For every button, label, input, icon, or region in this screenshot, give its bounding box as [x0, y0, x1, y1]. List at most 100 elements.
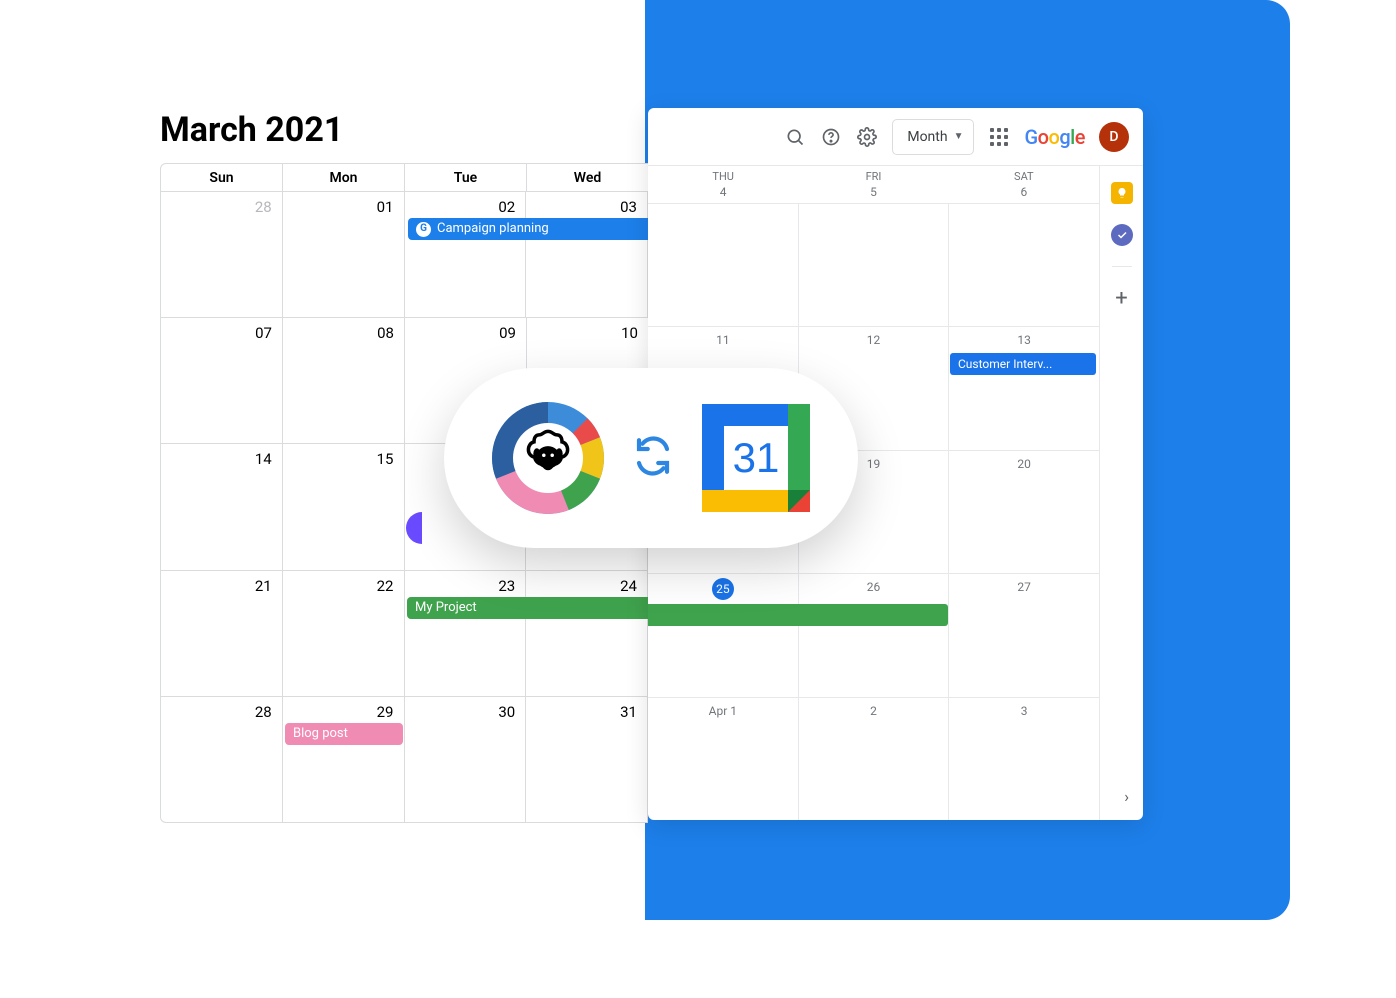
gcal-week: Apr 1 2 3: [648, 697, 1099, 820]
date-label: 12: [867, 333, 881, 347]
event-customer-interview[interactable]: Customer Interv...: [950, 353, 1096, 375]
date-label: 21: [255, 577, 272, 595]
calendar-week: 28 01 02 03 G Campaign planning: [161, 192, 648, 318]
gcal-cell[interactable]: [948, 204, 1099, 326]
day-header: SAT6: [949, 166, 1099, 204]
gcal-side-panel: +: [1099, 166, 1143, 820]
event-blog-post[interactable]: Blog post: [285, 723, 403, 745]
day-header-row-left: Sun Mon Tue Wed: [161, 164, 648, 192]
gcal-cell[interactable]: 27: [948, 574, 1099, 696]
event-my-project-cont[interactable]: [648, 604, 948, 626]
avatar[interactable]: D: [1099, 122, 1129, 152]
gcal-cell[interactable]: 3: [948, 698, 1099, 820]
event-label: Blog post: [293, 723, 348, 745]
date-label: 31: [620, 703, 637, 721]
date-label: 15: [377, 450, 394, 468]
date-label: 28: [255, 703, 272, 721]
canvas: March 2021 Sun Mon Tue Wed 28 01 02 03 G…: [0, 0, 1290, 920]
gcal-cell[interactable]: [798, 204, 949, 326]
day-header: THU4: [648, 166, 798, 204]
gcal-cell[interactable]: 2: [798, 698, 949, 820]
day-header: FRI5: [798, 166, 948, 204]
date-label: 26: [867, 580, 881, 594]
apps-grid-icon[interactable]: [988, 126, 1010, 148]
calendar-cell[interactable]: 30: [405, 697, 527, 822]
date-label: 20: [1017, 457, 1031, 471]
calendar-cell[interactable]: 14: [161, 444, 283, 569]
keep-icon[interactable]: [1111, 182, 1133, 204]
date-label: 08: [377, 324, 394, 342]
day-header: Sun: [161, 164, 283, 191]
calendar-cell[interactable]: 31: [526, 697, 648, 822]
sync-icon: [632, 435, 674, 481]
gcal-logo-number: 31: [724, 426, 788, 490]
date-label: 3: [1021, 704, 1028, 718]
view-label: Month: [907, 129, 947, 145]
date-label: 24: [620, 577, 637, 595]
tasks-icon[interactable]: [1111, 224, 1133, 246]
date-label: 01: [377, 198, 394, 216]
page-title: March 2021: [160, 110, 343, 150]
chevron-down-icon: ▼: [954, 131, 964, 142]
gcal-day-headers: THU4 FRI5 SAT6: [648, 166, 1099, 204]
gcal-cell[interactable]: 20: [948, 451, 1099, 573]
date-label: 30: [498, 703, 515, 721]
calendar-cell[interactable]: 28: [161, 697, 283, 822]
date-label: 09: [499, 324, 516, 342]
calendar-week: 28 29 30 31 Blog post: [161, 697, 648, 822]
date-label: 29: [377, 703, 394, 721]
date-label: 03: [620, 198, 637, 216]
calendar-cell[interactable]: 21: [161, 571, 283, 696]
date-label: 28: [255, 198, 272, 216]
gcal-cell[interactable]: 13: [948, 327, 1099, 449]
date-label: 19: [867, 457, 881, 471]
date-label-today: 25: [712, 578, 734, 600]
calendar-cell[interactable]: 08: [283, 318, 405, 443]
day-header: Tue: [405, 164, 527, 191]
calendar-cell[interactable]: 07: [161, 318, 283, 443]
gcal-cell[interactable]: 26: [798, 574, 949, 696]
divider: [1112, 266, 1132, 267]
date-label: 27: [1017, 580, 1031, 594]
calendar-cell[interactable]: 22: [283, 571, 405, 696]
teamwork-logo-icon: [492, 402, 604, 514]
event-label: My Project: [415, 597, 477, 619]
calendar-week: 21 22 23 24 My Project: [161, 571, 648, 697]
day-header: Mon: [283, 164, 405, 191]
google-calendar-logo-icon: 31: [702, 404, 810, 512]
date-label: 22: [377, 577, 394, 595]
help-icon[interactable]: [820, 126, 842, 148]
gcal-cell[interactable]: [648, 204, 798, 326]
gcal-week: 25 26 27: [648, 573, 1099, 696]
calendar-cell[interactable]: 28: [161, 192, 283, 317]
gcal-week: [648, 204, 1099, 326]
google-logo: Google: [1024, 125, 1085, 149]
date-label: 11: [716, 333, 730, 347]
date-label: 10: [621, 324, 638, 342]
calendar-cell[interactable]: 02: [405, 192, 527, 317]
calendar-cell[interactable]: 03: [526, 192, 648, 317]
gcal-toolbar: Month ▼ Google D: [648, 108, 1143, 166]
calendar-cell[interactable]: 29: [283, 697, 405, 822]
date-label: 23: [498, 577, 515, 595]
gcal-cell[interactable]: 25: [648, 574, 798, 696]
gcal-cell[interactable]: Apr 1: [648, 698, 798, 820]
calendar-cell[interactable]: 01: [283, 192, 405, 317]
event-label: Campaign planning: [437, 218, 549, 240]
date-label: 07: [255, 324, 272, 342]
sync-pill: 31: [444, 368, 858, 548]
date-label: 14: [255, 450, 272, 468]
search-icon[interactable]: [784, 126, 806, 148]
calendar-cell[interactable]: 24: [526, 571, 648, 696]
date-label: Apr 1: [709, 704, 737, 718]
view-switcher-button[interactable]: Month ▼: [892, 119, 974, 155]
add-icon[interactable]: +: [1111, 287, 1133, 309]
google-g-icon: G: [416, 222, 431, 237]
event-my-project[interactable]: My Project: [407, 597, 689, 619]
date-label: 13: [1017, 333, 1031, 347]
calendar-cell[interactable]: 15: [283, 444, 405, 569]
gear-icon[interactable]: [856, 126, 878, 148]
chevron-right-icon[interactable]: ›: [1124, 787, 1129, 806]
calendar-cell[interactable]: 23: [405, 571, 527, 696]
date-label: 2: [870, 704, 877, 718]
